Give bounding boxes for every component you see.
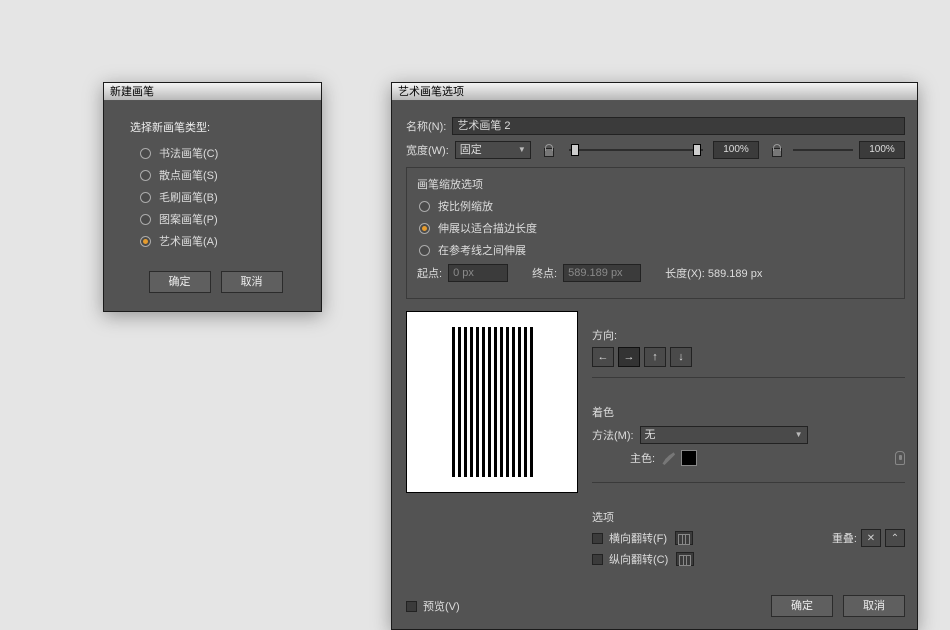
radio-icon [140,192,151,203]
radio-icon [419,201,430,212]
colorize-group: 着色 方法(M): 无 ▼ 主色: [592,396,905,483]
brush-type-bristle[interactable]: 毛刷画笔(B) [130,189,301,205]
end-label: 终点: [532,265,557,281]
scale-stretch-fit[interactable]: 伸展以适合描边长度 [417,220,894,236]
preview-label: 预览(V) [423,598,460,614]
ok-button[interactable]: 确定 [149,271,211,293]
preview-art-icon [452,327,533,477]
scale-between-guides[interactable]: 在参考线之间伸展 [417,242,894,258]
method-select[interactable]: 无 ▼ [640,426,808,444]
art-brush-titlebar[interactable]: 艺术画笔选项 [392,83,917,101]
width-slider[interactable] [569,141,703,159]
preview-checkbox[interactable] [406,601,417,612]
brush-type-label: 书法画笔(C) [159,145,218,161]
scale-proportional[interactable]: 按比例缩放 [417,198,894,214]
new-brush-title: 新建画笔 [110,86,154,98]
width-mode-value: 固定 [460,142,482,158]
direction-right-button[interactable]: → [618,347,640,367]
options-group: 选项 横向翻转(F) 重叠: ✕ ⌃ [592,501,905,581]
art-brush-options-dialog: 艺术画笔选项 名称(N): 艺术画笔 2 宽度(W): 固定 ▼ 100% [391,82,918,630]
brush-type-label: 艺术画笔(A) [159,233,218,249]
flip-v-checkbox[interactable] [592,554,603,565]
width-pct-right[interactable]: 100% [859,141,905,159]
width-mode-select[interactable]: 固定 ▼ [455,141,531,159]
cancel-button[interactable]: 取消 [221,271,283,293]
method-label: 方法(M): [592,427,634,443]
new-brush-dialog: 新建画笔 选择新画笔类型: 书法画笔(C) 散点画笔(S) 毛刷画笔(B) 图案… [103,82,322,312]
flip-h-checkbox[interactable] [592,533,603,544]
brush-type-art[interactable]: 艺术画笔(A) [130,233,301,249]
brush-type-pattern[interactable]: 图案画笔(P) [130,211,301,227]
overlap-join-icon: ⌃ [891,533,899,544]
direction-left-button[interactable]: ← [592,347,614,367]
brush-preview [406,311,578,493]
arrow-left-icon: ← [598,351,609,363]
ok-button[interactable]: 确定 [771,595,833,617]
flip-v-label: 纵向翻转(C) [609,551,668,567]
new-brush-titlebar[interactable]: 新建画笔 [104,83,321,101]
keycolor-swatch[interactable] [681,450,697,466]
slider-handle-left[interactable] [571,144,579,156]
name-input[interactable]: 艺术画笔 2 [452,117,905,135]
flip-h-label: 横向翻转(F) [609,530,667,546]
radio-icon [419,223,430,234]
scale-option-label: 按比例缩放 [438,198,493,214]
radio-icon [140,214,151,225]
brush-type-label: 图案画笔(P) [159,211,218,227]
scale-option-label: 伸展以适合描边长度 [438,220,537,236]
direction-down-button[interactable]: ↓ [670,347,692,367]
eyedropper-icon[interactable] [661,451,675,465]
chevron-down-icon: ▼ [518,142,526,158]
length-label: 长度(X): 589.189 px [665,265,762,281]
overlap-label: 重叠: [832,530,857,546]
radio-icon [419,245,430,256]
direction-group: 方向: ← → ↑ ↓ [592,319,905,378]
overlap-join-button[interactable]: ⌃ [885,529,905,547]
direction-label: 方向: [592,327,905,343]
name-label: 名称(N): [406,118,446,134]
flip-h-icon [675,531,693,545]
new-brush-prompt: 选择新画笔类型: [130,119,301,135]
overlap-none-button[interactable]: ✕ [861,529,881,547]
direction-up-button[interactable]: ↑ [644,347,666,367]
keycolor-label: 主色: [630,450,655,466]
arrow-down-icon: ↓ [678,351,684,363]
end-input: 589.189 px [563,264,641,282]
start-label: 起点: [417,265,442,281]
name-value: 艺术画笔 2 [457,120,510,132]
brush-type-scatter[interactable]: 散点画笔(S) [130,167,301,183]
options-label: 选项 [592,509,905,525]
start-input: 0 px [448,264,508,282]
cancel-button[interactable]: 取消 [843,595,905,617]
brush-type-calligraphy[interactable]: 书法画笔(C) [130,145,301,161]
slider-handle-right[interactable] [693,144,701,156]
radio-icon [140,148,151,159]
flip-v-icon [676,552,694,566]
radio-icon [140,170,151,181]
method-value: 无 [645,427,656,443]
chevron-down-icon: ▼ [795,427,803,443]
radio-icon [140,236,151,247]
slider-track [793,149,853,151]
scale-group: 画笔缩放选项 按比例缩放 伸展以适合描边长度 在参考线之间伸展 起点: 0 px… [406,167,905,299]
link-icon[interactable] [769,143,783,157]
scale-group-title: 画笔缩放选项 [417,176,894,192]
width-label: 宽度(W): [406,142,449,158]
link-icon[interactable] [541,143,555,157]
width-pct-left[interactable]: 100% [713,141,759,159]
arrow-up-icon: ↑ [652,351,658,363]
arrow-right-icon: → [624,351,635,363]
overlap-none-icon: ✕ [867,533,875,544]
scale-option-label: 在参考线之间伸展 [438,242,526,258]
art-brush-title: 艺术画笔选项 [398,86,464,98]
brush-type-label: 毛刷画笔(B) [159,189,218,205]
brush-type-label: 散点画笔(S) [159,167,218,183]
colorize-label: 着色 [592,404,905,420]
tip-icon[interactable] [895,451,905,465]
